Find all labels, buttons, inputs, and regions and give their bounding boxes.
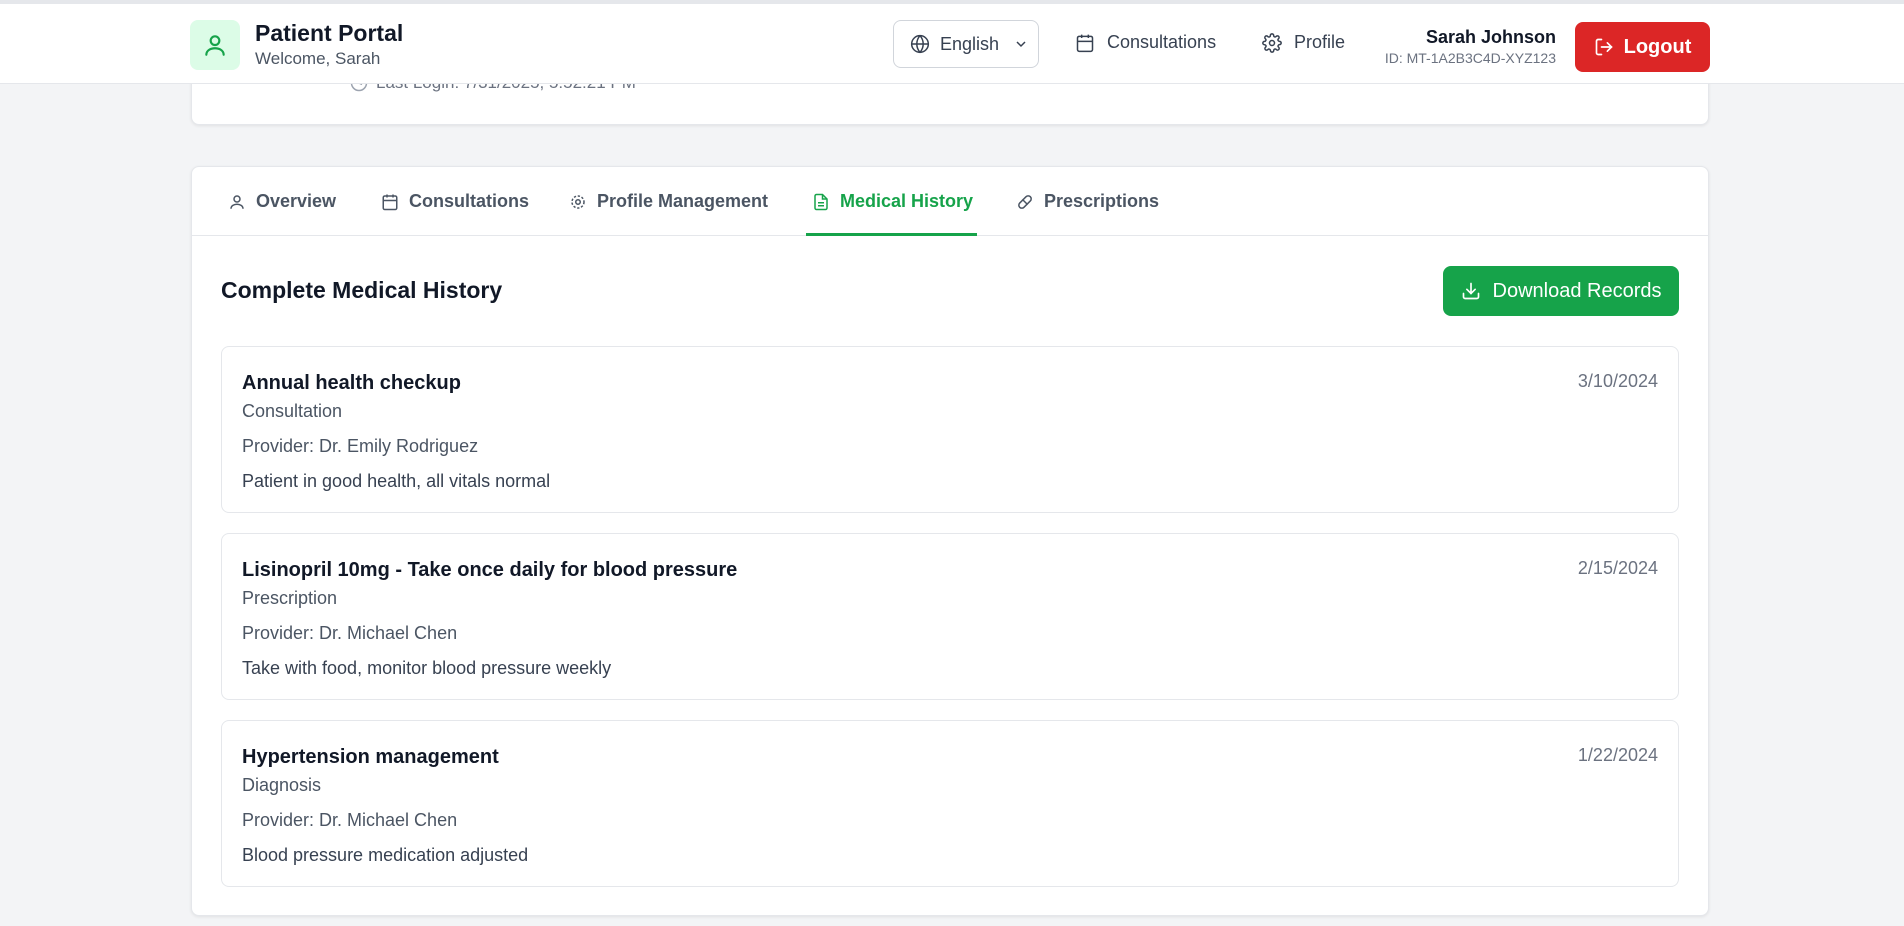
pill-icon: [1018, 194, 1032, 209]
record-date: 1/22/2024: [1577, 745, 1658, 765]
record-title: Annual health checkup: [242, 372, 461, 394]
app-header: Patient Portal Welcome, Sarah English Co…: [0, 4, 1904, 84]
tab-consultations-label: Consultations: [409, 191, 529, 211]
record-date: 2/15/2024: [1577, 558, 1658, 578]
logout-label: Logout: [1623, 35, 1692, 58]
download-icon: [1462, 282, 1479, 300]
tab-prescriptions-label: Prescriptions: [1044, 191, 1160, 211]
welcome-text: Welcome, Sarah: [255, 49, 381, 68]
record-title: Lisinopril 10mg - Take once daily for bl…: [242, 559, 738, 581]
tab-bar: Overview Consultations Profile Managemen…: [192, 167, 1708, 236]
gear-icon: [571, 194, 585, 209]
patient-logo-icon: [190, 20, 240, 70]
nav-consultations[interactable]: Consultations: [1075, 32, 1216, 53]
record-provider: Provider: Dr. Emily Rodriguez: [242, 436, 479, 456]
tab-medical-history-label: Medical History: [840, 191, 974, 211]
user-name: Sarah Johnson: [1425, 27, 1556, 47]
section-title: Complete Medical History: [221, 277, 503, 303]
tab-consultations[interactable]: Consultations: [381, 167, 529, 236]
language-select[interactable]: English: [893, 20, 1039, 68]
user-info: Sarah Johnson ID: MT-1A2B3C4D-XYZ123: [1385, 26, 1556, 68]
nav-profile[interactable]: Profile: [1262, 32, 1345, 53]
tab-medical-history[interactable]: Medical History: [806, 167, 978, 236]
logout-button[interactable]: Logout: [1575, 22, 1710, 72]
app-title: Patient Portal: [255, 20, 404, 46]
tab-overview-label: Overview: [256, 191, 337, 211]
user-id: ID: MT-1A2B3C4D-XYZ123: [1384, 50, 1556, 66]
record-notes: Patient in good health, all vitals norma…: [242, 471, 551, 491]
history-record: Lisinopril 10mg - Take once daily for bl…: [221, 533, 1679, 700]
record-type: Diagnosis: [242, 775, 322, 795]
user-icon: [230, 194, 244, 209]
record-notes: Blood pressure medication adjusted: [242, 845, 529, 865]
tab-profile-management-label: Profile Management: [597, 191, 769, 211]
record-title: Hypertension management: [242, 746, 499, 768]
calendar-icon: [1076, 34, 1094, 52]
record-type: Consultation: [242, 401, 343, 421]
record-provider: Provider: Dr. Michael Chen: [242, 623, 458, 643]
tab-overview[interactable]: Overview: [228, 167, 336, 236]
content-card: Overview Consultations Profile Managemen…: [191, 166, 1709, 916]
record-date: 3/10/2024: [1577, 371, 1658, 391]
download-records-label: Download Records: [1492, 279, 1662, 302]
calendar-icon: [382, 194, 398, 210]
history-record: Annual health checkup Consultation Provi…: [221, 346, 1679, 513]
brand: Patient Portal Welcome, Sarah: [190, 19, 403, 71]
tab-profile-management[interactable]: Profile Management: [569, 167, 768, 236]
nav-consultations-label: Consultations: [1107, 32, 1217, 52]
download-records-button[interactable]: Download Records: [1443, 266, 1679, 316]
language-label: English: [940, 33, 1000, 54]
chevron-down-icon: [1013, 36, 1029, 52]
record-provider: Provider: Dr. Michael Chen: [242, 810, 458, 830]
record-type: Prescription: [242, 588, 338, 608]
logout-icon: [1595, 38, 1613, 56]
globe-icon: [910, 34, 930, 54]
gear-icon: [1262, 32, 1282, 53]
document-icon: [814, 193, 828, 210]
record-notes: Take with food, monitor blood pressure w…: [242, 658, 612, 678]
history-record: Hypertension management Diagnosis Provid…: [221, 720, 1679, 887]
nav-profile-label: Profile: [1294, 32, 1346, 52]
tab-prescriptions[interactable]: Prescriptions: [1016, 167, 1159, 236]
